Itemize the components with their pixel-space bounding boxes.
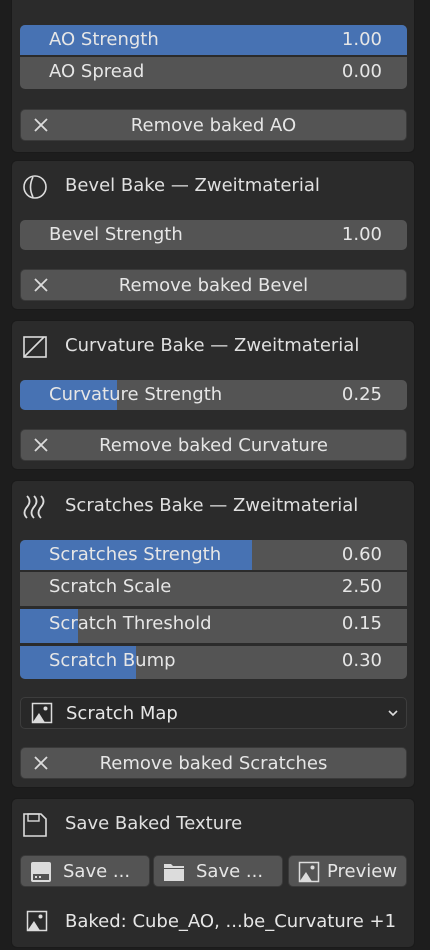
scratch-map-dropdown[interactable]: Scratch Map <box>20 697 407 729</box>
slider-label: Scratches Strength <box>49 544 222 565</box>
remove-baked-curvature-button[interactable]: Remove baked Curvature <box>20 429 407 461</box>
ao-bake-panel: AO Strength 1.00 AO Spread 0.00 Remove b… <box>11 0 415 153</box>
bevel-bake-panel: Bevel Bake — Zweitmaterial Bevel Strengt… <box>11 160 415 310</box>
slider-value: 0.15 <box>341 613 382 634</box>
slider-label: Bevel Strength <box>49 224 183 245</box>
slider-value: 0.00 <box>341 61 382 82</box>
curvature-corner-icon <box>23 336 47 358</box>
slider-label: Scratch Threshold <box>49 613 212 634</box>
button-label: Save ... <box>63 861 131 882</box>
bevel-circle-icon <box>23 175 47 199</box>
button-label: Preview <box>327 861 398 882</box>
remove-baked-ao-button[interactable]: Remove baked AO <box>20 109 407 141</box>
folder-icon <box>164 864 184 881</box>
panel-header[interactable]: Save Baked Texture <box>12 807 414 841</box>
baked-info-label: Baked: Cube_AO, ...be_Curvature +1 <box>65 911 397 932</box>
curvature-bake-panel: Curvature Bake — Zweitmaterial Curvature… <box>11 320 415 470</box>
slider-value: 0.30 <box>341 650 382 671</box>
button-label: Remove baked Scratches <box>99 753 328 774</box>
scratches-strength-slider[interactable]: Scratches Strength 0.60 <box>20 540 407 570</box>
slider-label: AO Spread <box>49 61 145 82</box>
save-baked-texture-panel: Save Baked Texture Save ... Save ... Pre… <box>11 798 415 948</box>
slider-value: 0.60 <box>341 544 382 565</box>
button-label: Remove baked Curvature <box>99 435 328 456</box>
panel-header[interactable]: Scratches Bake — Zweitmaterial <box>12 489 414 523</box>
disk-icon <box>31 862 51 882</box>
ao-strength-slider[interactable]: AO Strength 1.00 <box>20 25 407 55</box>
floppy-disk-icon <box>23 813 47 837</box>
slider-value: 1.00 <box>341 224 382 245</box>
button-label: Remove baked Bevel <box>118 275 309 296</box>
panel-title: Bevel Bake — Zweitmaterial <box>65 175 320 196</box>
slider-value: 0.25 <box>341 384 382 405</box>
scratches-wave-icon <box>23 495 45 519</box>
image-icon <box>31 702 53 724</box>
remove-baked-scratches-button[interactable]: Remove baked Scratches <box>20 747 407 779</box>
button-label: Save ... <box>196 861 264 882</box>
scratch-scale-slider[interactable]: Scratch Scale 2.50 <box>20 571 407 606</box>
remove-baked-bevel-button[interactable]: Remove baked Bevel <box>20 269 407 301</box>
image-icon <box>298 861 320 883</box>
chevron-down-icon <box>388 710 398 717</box>
slider-value: 2.50 <box>341 576 382 597</box>
ao-spread-slider[interactable]: AO Spread 0.00 <box>20 56 407 89</box>
dropdown-label: Scratch Map <box>66 703 178 724</box>
scratches-bake-panel: Scratches Bake — Zweitmaterial Scratches… <box>11 480 415 788</box>
baked-info-row: Baked: Cube_AO, ...be_Curvature +1 <box>12 907 414 937</box>
image-icon <box>26 910 48 932</box>
save-disk-button[interactable]: Save ... <box>20 855 150 887</box>
scratch-threshold-slider[interactable]: Scratch Threshold 0.15 <box>20 608 407 643</box>
panel-header[interactable]: Curvature Bake — Zweitmaterial <box>12 329 414 363</box>
slider-label: AO Strength <box>49 29 159 50</box>
scratch-bump-slider[interactable]: Scratch Bump 0.30 <box>20 645 407 679</box>
slider-value: 1.00 <box>341 29 382 50</box>
panel-title: Scratches Bake — Zweitmaterial <box>65 495 359 516</box>
preview-button[interactable]: Preview <box>288 855 407 887</box>
panel-title: Save Baked Texture <box>65 813 243 834</box>
curvature-strength-slider[interactable]: Curvature Strength 0.25 <box>20 380 407 410</box>
slider-label: Curvature Strength <box>49 384 223 405</box>
panel-header[interactable]: Bevel Bake — Zweitmaterial <box>12 169 414 203</box>
slider-label: Scratch Scale <box>49 576 172 597</box>
bevel-strength-slider[interactable]: Bevel Strength 1.00 <box>20 220 407 250</box>
save-folder-button[interactable]: Save ... <box>153 855 283 887</box>
button-label: Remove baked AO <box>130 115 297 136</box>
panel-title: Curvature Bake — Zweitmaterial <box>65 335 360 356</box>
slider-label: Scratch Bump <box>49 650 176 671</box>
